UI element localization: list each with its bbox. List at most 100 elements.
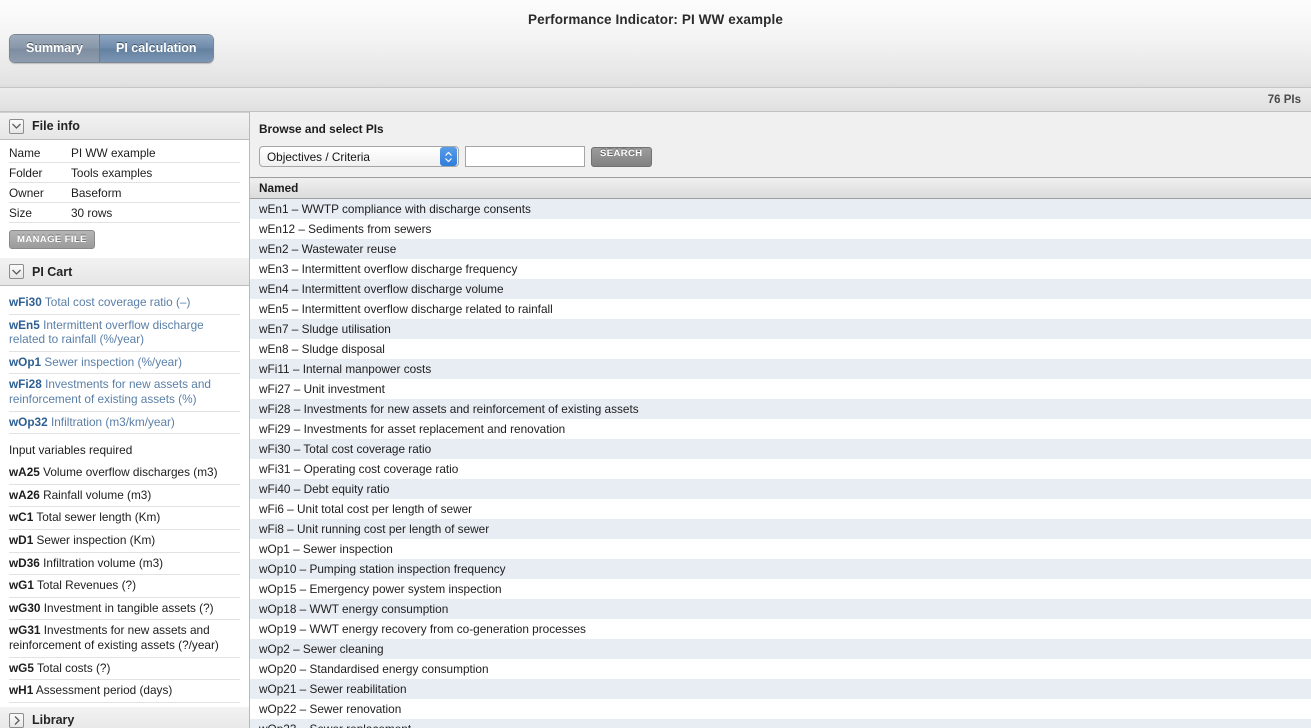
panel-title-pi-cart: PI Cart	[32, 264, 73, 279]
input-variable-desc: Infiltration volume (m3)	[39, 555, 164, 570]
file-info-row: Name PI WW example	[9, 143, 240, 163]
pi-cart-list: wFi30 Total cost coverage ratio (–) wEn5 …	[0, 286, 249, 707]
tab-group: Summary PI calculation	[9, 34, 214, 63]
input-variable-item[interactable]: wA25 Volume overflow discharges (m3)	[9, 462, 240, 485]
pi-list-row[interactable]: wFi30 – Total cost coverage ratio	[250, 439, 1311, 459]
sidebar: File info Name PI WW example Folder Tool…	[0, 112, 250, 728]
select-stepper-icon[interactable]	[440, 147, 457, 166]
panel-header-file-info[interactable]: File info	[0, 112, 249, 140]
input-variable-desc: Total costs (?)	[33, 660, 111, 675]
input-variable-item[interactable]: wG1 Total Revenues (?)	[9, 575, 240, 598]
pi-list-row[interactable]: wFi27 – Unit investment	[250, 379, 1311, 399]
input-variable-code: wH1	[9, 683, 34, 698]
input-variable-code: wC1	[9, 510, 34, 525]
file-info-label: Folder	[9, 165, 43, 180]
input-variable-desc: Total Revenues (?)	[33, 578, 136, 593]
pi-list-row[interactable]: wOp20 – Standardised energy consumption	[250, 659, 1311, 679]
pi-cart-item[interactable]: wOp1 Sewer inspection (%/year)	[9, 352, 240, 375]
panel-header-library[interactable]: Library	[0, 706, 249, 728]
file-info-row: Size 30 rows	[9, 203, 240, 223]
file-info-label: Name	[9, 145, 41, 160]
chevron-right-icon[interactable]	[9, 712, 24, 728]
manage-file-button[interactable]: MANAGE FILE	[9, 230, 95, 249]
pi-list-row[interactable]: wEn1 – WWTP compliance with discharge co…	[250, 199, 1311, 219]
file-info-value: PI WW example	[71, 145, 156, 160]
panel-title-file-info: File info	[32, 119, 80, 133]
pi-list-row[interactable]: wFi29 – Investments for asset replacemen…	[250, 419, 1311, 439]
input-variable-desc: Assessment period (days)	[33, 683, 173, 698]
filter-select[interactable]: Objectives / Criteria	[259, 146, 459, 167]
panel-header-pi-cart[interactable]: PI Cart	[0, 258, 249, 286]
input-variable-desc: Investments for new assets and reinforce…	[9, 623, 219, 652]
pi-cart-item-code: wOp32	[9, 414, 48, 429]
search-button[interactable]: SEARCH	[591, 146, 652, 167]
main-body: File info Name PI WW example Folder Tool…	[0, 112, 1311, 728]
pi-list-row[interactable]: wFi40 – Debt equity ratio	[250, 479, 1311, 499]
input-variable-item[interactable]: wD36 Infiltration volume (m3)	[9, 553, 240, 576]
browse-title: Browse and select PIs	[259, 122, 384, 136]
input-variable-item[interactable]: wG5 Total costs (?)	[9, 658, 240, 681]
pi-list-row[interactable]: wFi6 – Unit total cost per length of sew…	[250, 499, 1311, 519]
status-bar: 76 PIs	[0, 88, 1311, 112]
content-panel: Browse and select PIs Objectives / Crite…	[250, 112, 1311, 728]
pi-list-row[interactable]: wFi28 – Investments for new assets and r…	[250, 399, 1311, 419]
input-variable-code: wG31	[9, 623, 41, 638]
input-variable-desc: Investment in tangible assets (?)	[40, 600, 214, 615]
search-input[interactable]	[465, 146, 585, 167]
pi-list-row[interactable]: wEn8 – Sludge disposal	[250, 339, 1311, 359]
pi-list-row[interactable]: wFi11 – Internal manpower costs	[250, 359, 1311, 379]
pi-cart-item[interactable]: wFi28 Investments for new assets and rei…	[9, 374, 240, 412]
tab-summary[interactable]: Summary	[10, 35, 100, 62]
pi-list-row[interactable]: wOp15 – Emergency power system inspectio…	[250, 579, 1311, 599]
pi-list-row[interactable]: wOp10 – Pumping station inspection frequ…	[250, 559, 1311, 579]
pi-cart-item[interactable]: wOp32 Infiltration (m3/km/year)	[9, 412, 240, 435]
pi-list-row[interactable]: wEn7 – Sludge utilisation	[250, 319, 1311, 339]
pi-cart-item-code: wFi30	[9, 295, 42, 309]
list-column-header-named: Named	[250, 177, 1311, 199]
pi-count-badge: 76 PIs	[1267, 94, 1301, 106]
input-variable-item[interactable]: wD1 Sewer inspection (Km)	[9, 530, 240, 553]
chevron-down-icon[interactable]	[9, 118, 24, 134]
input-variable-desc: Rainfall volume (m3)	[39, 487, 152, 502]
pi-list-row[interactable]: wEn4 – Intermittent overflow discharge v…	[250, 279, 1311, 299]
file-info-label: Owner	[9, 185, 44, 200]
pi-result-list: wEn1 – WWTP compliance with discharge co…	[250, 199, 1311, 728]
pi-cart-item[interactable]: wFi30 Total cost coverage ratio (–)	[9, 292, 240, 315]
pi-list-row[interactable]: wOp18 – WWT energy consumption	[250, 599, 1311, 619]
file-info-row: Folder Tools examples	[9, 163, 240, 183]
pi-list-row[interactable]: wOp1 – Sewer inspection	[250, 539, 1311, 559]
pi-list-row[interactable]: wEn5 – Intermittent overflow discharge r…	[250, 299, 1311, 319]
pi-list-row[interactable]: wEn2 – Wastewater reuse	[250, 239, 1311, 259]
pi-list-row[interactable]: wOp23 – Sewer replacement	[250, 719, 1311, 728]
pi-cart-item-desc: Sewer inspection (%/year)	[41, 354, 183, 369]
panel-title-library: Library	[32, 713, 75, 728]
input-variable-code: wA25	[9, 465, 40, 480]
pi-list-row[interactable]: wFi8 – Unit running cost per length of s…	[250, 519, 1311, 539]
input-variable-item[interactable]: wG31 Investments for new assets and rein…	[9, 620, 240, 658]
pi-cart-item[interactable]: wEn5 Intermittent overflow discharge rel…	[9, 315, 240, 352]
input-variables-label: Input variables required	[9, 443, 133, 458]
pi-list-row[interactable]: wEn12 – Sediments from sewers	[250, 219, 1311, 239]
input-variable-item[interactable]: wH1 Assessment period (days)	[9, 680, 240, 703]
tab-strip: Summary PI calculation	[0, 34, 1311, 88]
file-info-table: Name PI WW example Folder Tools examples…	[0, 140, 249, 223]
pi-cart-item-desc: Total cost coverage ratio (–)	[41, 295, 191, 309]
input-variable-item[interactable]: wG30 Investment in tangible assets (?)	[9, 598, 240, 621]
file-info-value: Baseform	[71, 185, 122, 200]
input-variable-item[interactable]: wA26 Rainfall volume (m3)	[9, 485, 240, 508]
chevron-down-icon[interactable]	[9, 264, 24, 279]
file-info-value: 30 rows	[71, 205, 113, 220]
pi-list-row[interactable]: wOp2 – Sewer cleaning	[250, 639, 1311, 659]
pi-list-row[interactable]: wOp21 – Sewer reabilitation	[250, 679, 1311, 699]
input-variable-code: wD36	[9, 555, 40, 570]
pi-cart-item-code: wFi28	[9, 377, 42, 392]
input-variable-desc: Total sewer length (Km)	[33, 510, 161, 525]
input-variable-item[interactable]: wC1 Total sewer length (Km)	[9, 507, 240, 530]
filter-select-value: Objectives / Criteria	[267, 149, 370, 164]
tab-pi-calculation[interactable]: PI calculation	[99, 35, 213, 62]
pi-list-row[interactable]: wEn3 – Intermittent overflow discharge f…	[250, 259, 1311, 279]
pi-list-row[interactable]: wOp22 – Sewer renovation	[250, 699, 1311, 719]
pi-list-row[interactable]: wFi31 – Operating cost coverage ratio	[250, 459, 1311, 479]
input-variable-code: wA26	[9, 487, 40, 502]
pi-list-row[interactable]: wOp19 – WWT energy recovery from co-gene…	[250, 619, 1311, 639]
